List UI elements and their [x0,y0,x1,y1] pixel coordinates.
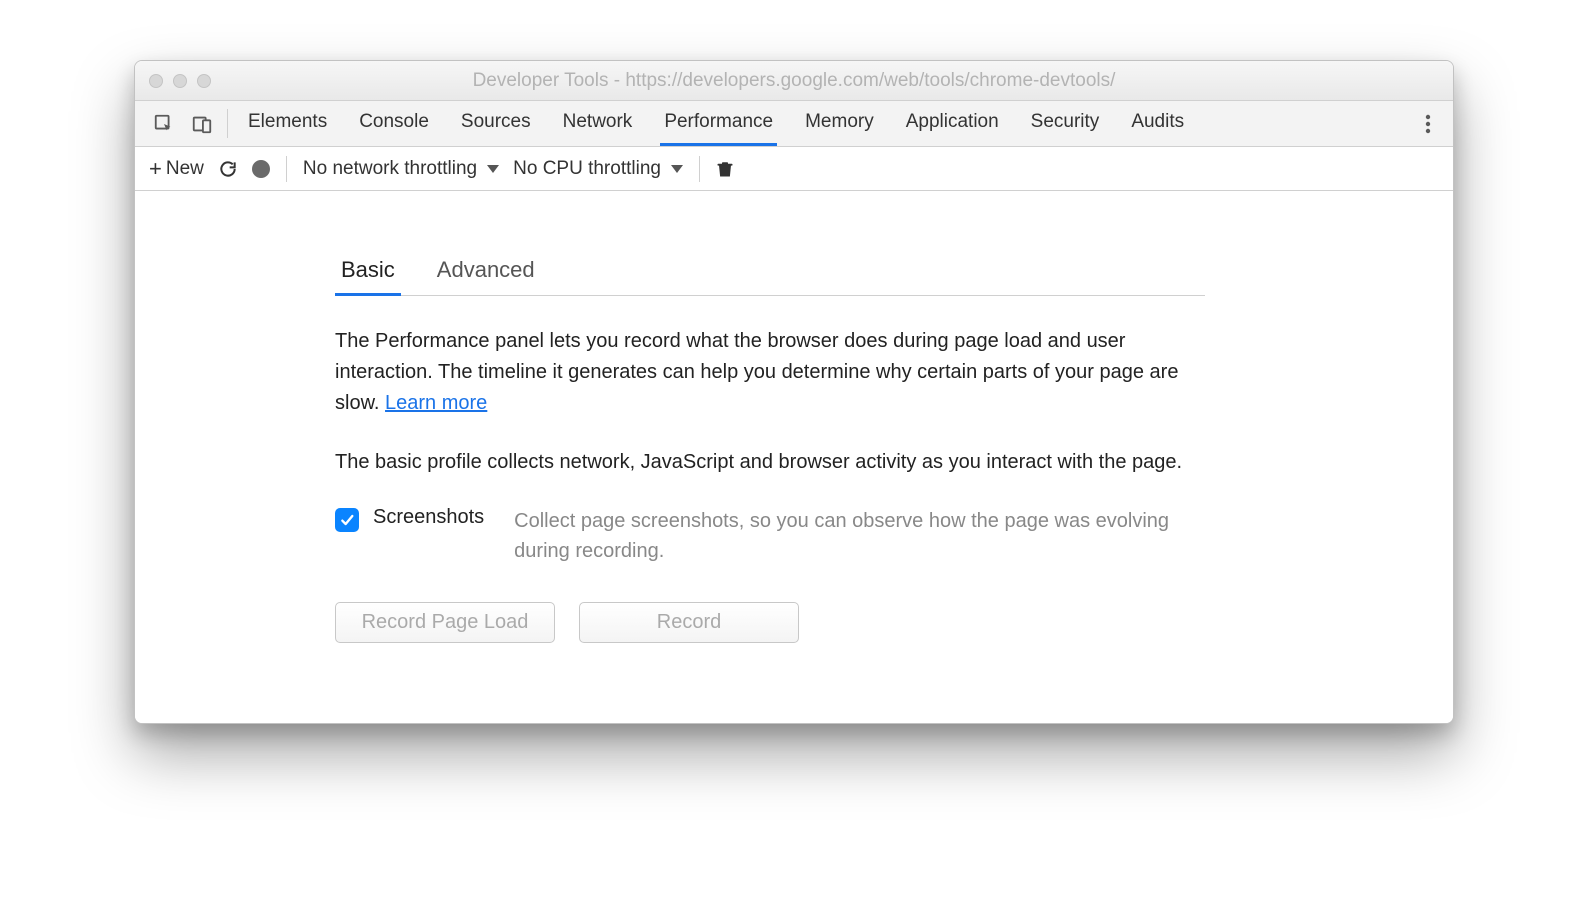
devtools-window: Developer Tools - https://developers.goo… [134,60,1454,724]
subtab-basic[interactable]: Basic [335,251,401,296]
clear-button[interactable] [716,159,734,179]
record-button[interactable] [252,160,270,178]
main-tabs: Elements Console Sources Network Perform… [244,101,1188,146]
tab-sources[interactable]: Sources [457,101,535,146]
screenshots-label: Screenshots [373,506,484,529]
window-title: Developer Tools - https://developers.goo… [147,70,1441,92]
network-throttle-dropdown[interactable]: No network throttling [303,158,499,180]
record-page-load-button[interactable]: Record Page Load [335,602,555,643]
learn-more-link[interactable]: Learn more [385,392,487,414]
inspect-element-icon[interactable] [145,101,183,146]
screenshots-checkbox[interactable] [335,508,359,532]
panel-description-1: The Performance panel lets you record wh… [335,326,1205,419]
tab-elements[interactable]: Elements [244,101,331,146]
tab-security[interactable]: Security [1027,101,1104,146]
reload-button[interactable] [218,159,238,179]
network-throttle-label: No network throttling [303,158,477,180]
performance-toolbar: + New No network throttling No CPU throt… [135,147,1453,191]
performance-panel: Basic Advanced The Performance panel let… [135,191,1453,723]
window-controls [149,74,211,88]
cpu-throttle-dropdown[interactable]: No CPU throttling [513,158,683,180]
maximize-window-button[interactable] [197,74,211,88]
main-tabbar: Elements Console Sources Network Perform… [135,101,1453,147]
profile-subtabs: Basic Advanced [335,251,1205,296]
tab-console[interactable]: Console [355,101,433,146]
divider [227,109,228,138]
screenshots-desc: Collect page screenshots, so you can obs… [514,506,1205,566]
divider [699,156,700,182]
device-toolbar-icon[interactable] [183,101,221,146]
tab-memory[interactable]: Memory [801,101,878,146]
tab-audits[interactable]: Audits [1127,101,1188,146]
tab-application[interactable]: Application [902,101,1003,146]
chevron-down-icon [671,165,683,173]
new-recording-button[interactable]: + New [149,158,204,180]
divider [286,156,287,182]
screenshots-option: Screenshots Collect page screenshots, so… [335,506,1205,566]
tab-performance[interactable]: Performance [660,101,777,146]
close-window-button[interactable] [149,74,163,88]
titlebar: Developer Tools - https://developers.goo… [135,61,1453,101]
more-menu-icon[interactable] [1413,101,1443,146]
cpu-throttle-label: No CPU throttling [513,158,661,180]
tab-network[interactable]: Network [559,101,637,146]
chevron-down-icon [487,165,499,173]
new-label: New [166,158,204,180]
minimize-window-button[interactable] [173,74,187,88]
panel-description-2: The basic profile collects network, Java… [335,447,1205,478]
plus-icon: + [149,158,162,180]
action-buttons: Record Page Load Record [335,602,1373,643]
record-button-large[interactable]: Record [579,602,799,643]
check-icon [339,512,355,528]
subtab-advanced[interactable]: Advanced [431,251,541,296]
